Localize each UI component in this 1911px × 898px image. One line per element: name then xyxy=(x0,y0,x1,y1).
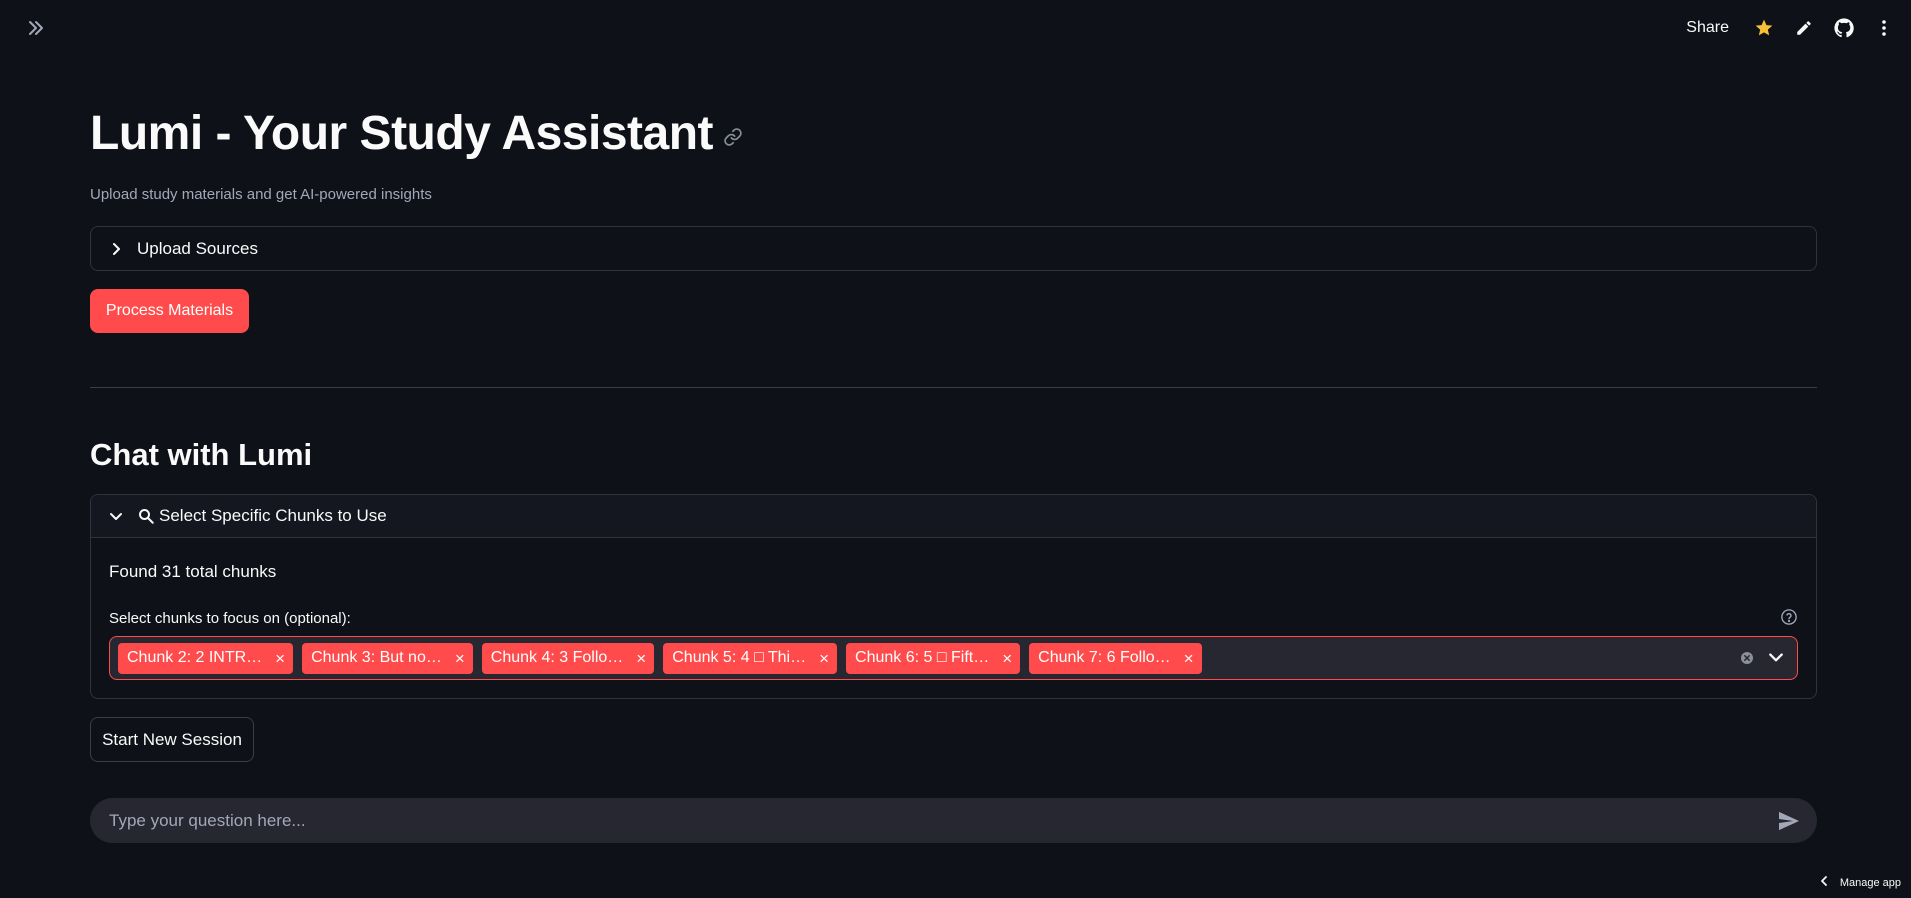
chip-label: Chunk 6: 5 □ Fift… xyxy=(855,649,990,666)
upload-sources-expander: Upload Sources xyxy=(90,226,1817,271)
chevron-down-icon[interactable] xyxy=(1768,650,1784,666)
chunks-multiselect[interactable]: Chunk 2: 2 INTR… × Chunk 3: But no… × Ch… xyxy=(109,636,1798,680)
remove-chip-icon[interactable]: × xyxy=(636,650,646,667)
search-icon xyxy=(137,507,155,525)
process-materials-button[interactable]: Process Materials xyxy=(90,289,249,333)
page-subtitle: Upload study materials and get AI-powere… xyxy=(90,186,432,203)
selected-chunk-chip[interactable]: Chunk 2: 2 INTR… × xyxy=(118,642,294,674)
double-chevron-right-icon[interactable] xyxy=(22,15,50,41)
select-chunks-header[interactable]: Select Specific Chunks to Use xyxy=(91,495,1816,538)
chevron-down-icon xyxy=(108,508,124,524)
start-new-session-button[interactable]: Start New Session xyxy=(90,717,254,762)
found-chunks-text: Found 31 total chunks xyxy=(109,562,277,581)
selected-chunk-chip[interactable]: Chunk 7: 6 Follo… × xyxy=(1029,642,1202,674)
chip-label: Chunk 4: 3 Follo… xyxy=(490,649,624,666)
star-icon[interactable] xyxy=(1751,15,1777,41)
chip-label: Chunk 7: 6 Follo… xyxy=(1038,649,1171,666)
chat-input[interactable] xyxy=(90,798,1774,843)
select-chunks-field-label: Select chunks to focus on (optional): xyxy=(109,610,351,627)
upload-sources-header[interactable]: Upload Sources xyxy=(91,227,1816,270)
upload-sources-label: Upload Sources xyxy=(137,238,258,258)
send-icon[interactable] xyxy=(1774,806,1804,836)
select-chunks-label: Select Specific Chunks to Use xyxy=(159,506,387,525)
chip-label: Chunk 3: But no… xyxy=(311,649,442,666)
kebab-menu-icon[interactable] xyxy=(1871,15,1897,41)
pencil-icon[interactable] xyxy=(1791,15,1817,41)
selected-chunk-chip[interactable]: Chunk 3: But no… × xyxy=(302,642,473,674)
selected-chunk-chip[interactable]: Chunk 6: 5 □ Fift… × xyxy=(846,642,1021,674)
link-anchor-icon[interactable] xyxy=(723,127,743,147)
selected-chunk-chip[interactable]: Chunk 4: 3 Follo… × xyxy=(481,642,655,674)
toolbar: Share xyxy=(1686,12,1897,44)
remove-chip-icon[interactable]: × xyxy=(1184,650,1194,667)
manage-app-button[interactable]: Manage app xyxy=(1820,871,1901,895)
chat-section-title: Chat with Lumi xyxy=(90,437,313,472)
remove-chip-icon[interactable]: × xyxy=(275,650,285,667)
top-header-bar: Share xyxy=(0,0,1911,56)
select-chunks-expander: Select Specific Chunks to Use Found 31 t… xyxy=(90,494,1817,699)
chevron-right-icon xyxy=(108,241,124,257)
chip-label: Chunk 5: 4 □ Thi… xyxy=(672,649,807,666)
manage-app-label: Manage app xyxy=(1839,877,1901,889)
chip-label: Chunk 2: 2 INTR… xyxy=(127,649,263,666)
selected-chunk-chip[interactable]: Chunk 5: 4 □ Thi… × xyxy=(663,642,838,674)
github-icon[interactable] xyxy=(1831,15,1857,41)
remove-chip-icon[interactable]: × xyxy=(455,650,465,667)
divider xyxy=(90,387,1817,388)
help-icon[interactable] xyxy=(1780,608,1798,626)
share-button[interactable]: Share xyxy=(1686,19,1729,37)
title-row: Lumi - Your Study Assistant xyxy=(90,104,743,164)
clear-all-icon[interactable] xyxy=(1738,649,1756,667)
chevron-left-icon xyxy=(1820,874,1828,892)
remove-chip-icon[interactable]: × xyxy=(1002,650,1012,667)
chat-input-bar xyxy=(90,798,1817,843)
remove-chip-icon[interactable]: × xyxy=(819,650,829,667)
page-title: Lumi - Your Study Assistant xyxy=(90,107,714,160)
